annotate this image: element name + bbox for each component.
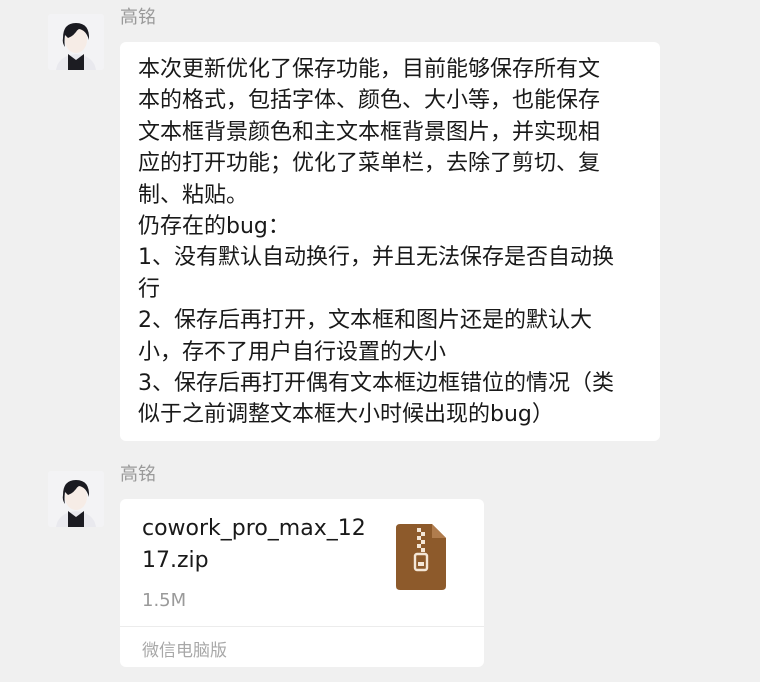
file-footer: 微信电脑版 bbox=[120, 626, 484, 668]
message-line: 本的格式，包括字体、颜色、大小等，也能保存 bbox=[138, 88, 601, 114]
message-line: 行 bbox=[138, 276, 161, 302]
file-message-card[interactable]: cowork_pro_max_12 17.zip 1.5M 微信电脑版 bbox=[120, 499, 484, 667]
file-name-line: cowork_pro_max_12 bbox=[142, 516, 366, 541]
file-name-line: 17.zip bbox=[142, 548, 209, 573]
message-line: 制、粘贴。 bbox=[138, 182, 249, 208]
avatar[interactable] bbox=[48, 14, 104, 70]
chat-message: 高铭 本次更新优化了保存功能，目前能够保存所有文 本的格式，包括字体、颜色、大小… bbox=[48, 8, 748, 448]
message-line: 文本框背景颜色和主文本框背景图片，并实现相 bbox=[138, 119, 601, 145]
message-line: 本次更新优化了保存功能，目前能够保存所有文 bbox=[138, 57, 601, 82]
message-bubble[interactable]: 本次更新优化了保存功能，目前能够保存所有文 本的格式，包括字体、颜色、大小等，也… bbox=[120, 42, 660, 441]
sender-name: 高铭 bbox=[120, 7, 156, 28]
sender-name: 高铭 bbox=[120, 464, 156, 485]
message-line: 似于之前调整文本框大小时候出现的bug） bbox=[138, 402, 554, 428]
message-line: 仍存在的bug： bbox=[138, 214, 290, 240]
message-line: 2、保存后再打开，文本框和图片还是的默认大 bbox=[138, 308, 592, 334]
file-size: 1.5M bbox=[142, 590, 187, 611]
zip-archive-icon bbox=[396, 524, 446, 594]
message-line: 1、没有默认自动换行，并且无法保存是否自动换 bbox=[138, 245, 614, 271]
chat-message: 高铭 cowork_pro_max_12 17.zip 1.5M 微信电脑版 bbox=[48, 465, 748, 670]
message-line: 小，存不了用户自行设置的大小 bbox=[138, 339, 447, 365]
message-line: 应的打开功能；优化了菜单栏，去除了剪切、复 bbox=[138, 151, 601, 177]
message-line: 3、保存后再打开偶有文本框边框错位的情况（类 bbox=[138, 371, 614, 397]
avatar[interactable] bbox=[48, 471, 104, 527]
file-source: 微信电脑版 bbox=[142, 641, 227, 661]
file-name: cowork_pro_max_12 17.zip bbox=[142, 513, 382, 577]
